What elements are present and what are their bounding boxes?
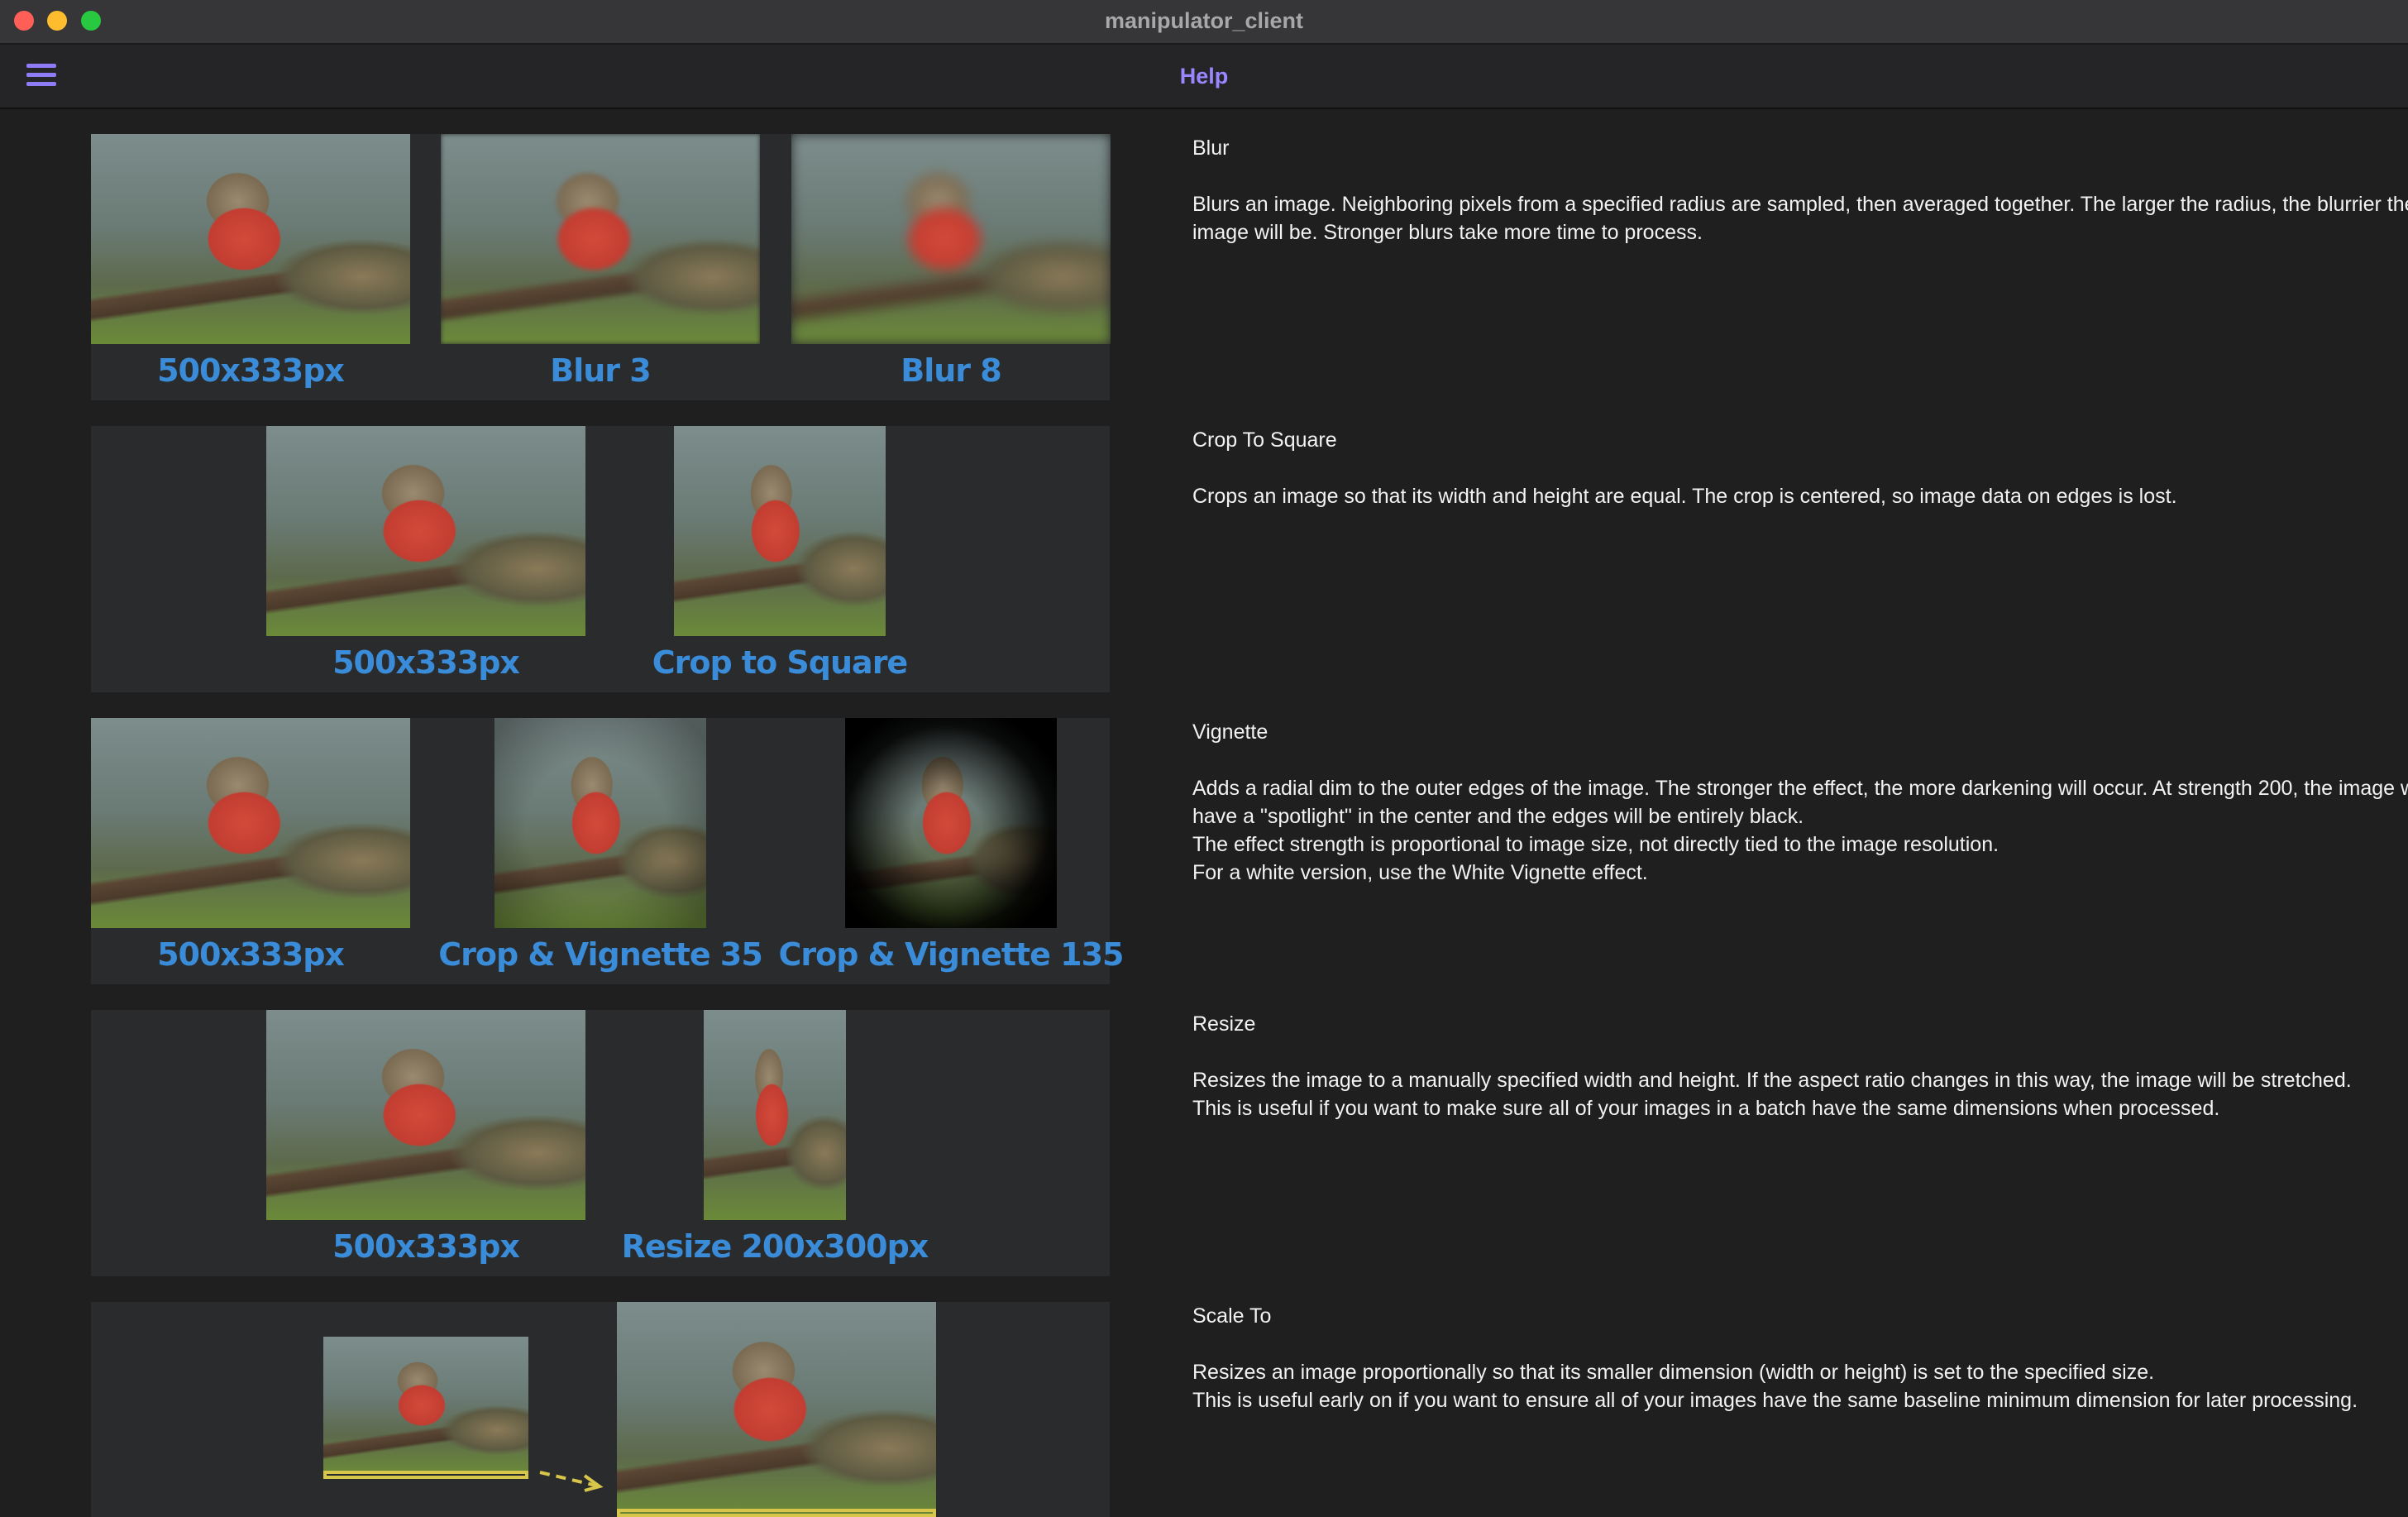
example-image-panel: 500x333px Crop to Square — [91, 426, 1110, 692]
section-title: Blur — [1192, 136, 1230, 160]
image-caption: 500x333px — [332, 1228, 520, 1265]
example-image-original — [91, 134, 410, 344]
example-image-panel — [91, 1302, 1110, 1517]
help-section-crop-to-square: 500x333px Crop to Square Crop To Square … — [91, 426, 2373, 692]
example-image-blur-3 — [441, 134, 760, 344]
size-highlight-line — [323, 1471, 528, 1479]
example-image-crop-square — [674, 426, 886, 636]
section-title: Resize — [1192, 1012, 1256, 1036]
example-image-vignette-135 — [845, 718, 1057, 928]
example-image-blur-8 — [791, 134, 1111, 344]
section-title: Scale To — [1192, 1304, 1272, 1328]
section-description: Scale To Resizes an image proportionally… — [1192, 1302, 2408, 1414]
image-caption: Crop & Vignette 135 — [778, 936, 1125, 973]
section-description: Vignette Adds a radial dim to the outer … — [1192, 718, 2408, 887]
example-image-panel: 500x333px Resize 200x300px — [91, 1010, 1110, 1276]
app-bar: Help — [0, 45, 2408, 109]
example-image-original — [266, 1010, 585, 1220]
image-caption: Blur 8 — [901, 352, 1001, 389]
help-section-scale-to: Scale To Resizes an image proportionally… — [91, 1302, 2373, 1517]
section-body: Blurs an image. Neighboring pixels from … — [1192, 193, 2408, 244]
section-description: Blur Blurs an image. Neighboring pixels … — [1192, 134, 2408, 246]
image-caption: 500x333px — [157, 352, 345, 389]
help-section-blur: 500x333px Blur 3 Blur 8 Blur Blurs an im… — [91, 134, 2408, 400]
example-image-resized — [704, 1010, 846, 1220]
image-caption: 500x333px — [332, 644, 520, 681]
section-body: Resizes the image to a manually specifie… — [1192, 1069, 2352, 1120]
section-title: Vignette — [1192, 720, 1268, 744]
example-image-vignette-35 — [494, 718, 706, 928]
section-description: Crop To Square Crops an image so that it… — [1192, 426, 2408, 510]
section-body: Crops an image so that its width and hei… — [1192, 485, 2177, 508]
help-section-resize: 500x333px Resize 200x300px Resize Resize… — [91, 1010, 2373, 1276]
arrow-right-icon — [539, 1471, 604, 1492]
image-caption: Resize 200x300px — [621, 1228, 929, 1265]
section-body: Resizes an image proportionally so that … — [1192, 1361, 2358, 1412]
example-image-panel: 500x333px Crop & Vignette 35 Crop & Vign… — [91, 718, 1124, 984]
example-image-original — [91, 718, 410, 928]
example-image-original — [266, 426, 585, 636]
section-title: Crop To Square — [1192, 428, 1337, 452]
window-title: manipulator_client — [1104, 8, 1304, 33]
size-highlight-line — [617, 1509, 936, 1517]
example-image-small — [323, 1337, 528, 1474]
image-caption: Blur 3 — [550, 352, 651, 389]
section-description: Resize Resizes the image to a manually s… — [1192, 1010, 2408, 1122]
image-caption: Crop to Square — [652, 644, 908, 681]
example-image-panel: 500x333px Blur 3 Blur 8 — [91, 134, 1111, 400]
image-caption: 500x333px — [157, 936, 345, 973]
page-title: Help — [1179, 64, 1229, 89]
window-titlebar: manipulator_client — [0, 0, 2408, 45]
section-body: Adds a radial dim to the outer edges of … — [1192, 777, 2408, 884]
image-caption: Crop & Vignette 35 — [438, 936, 763, 973]
help-section-vignette: 500x333px Crop & Vignette 35 Crop & Vign… — [91, 718, 2408, 984]
hamburger-menu-icon[interactable] — [26, 63, 56, 88]
example-image-scaled — [617, 1302, 936, 1517]
